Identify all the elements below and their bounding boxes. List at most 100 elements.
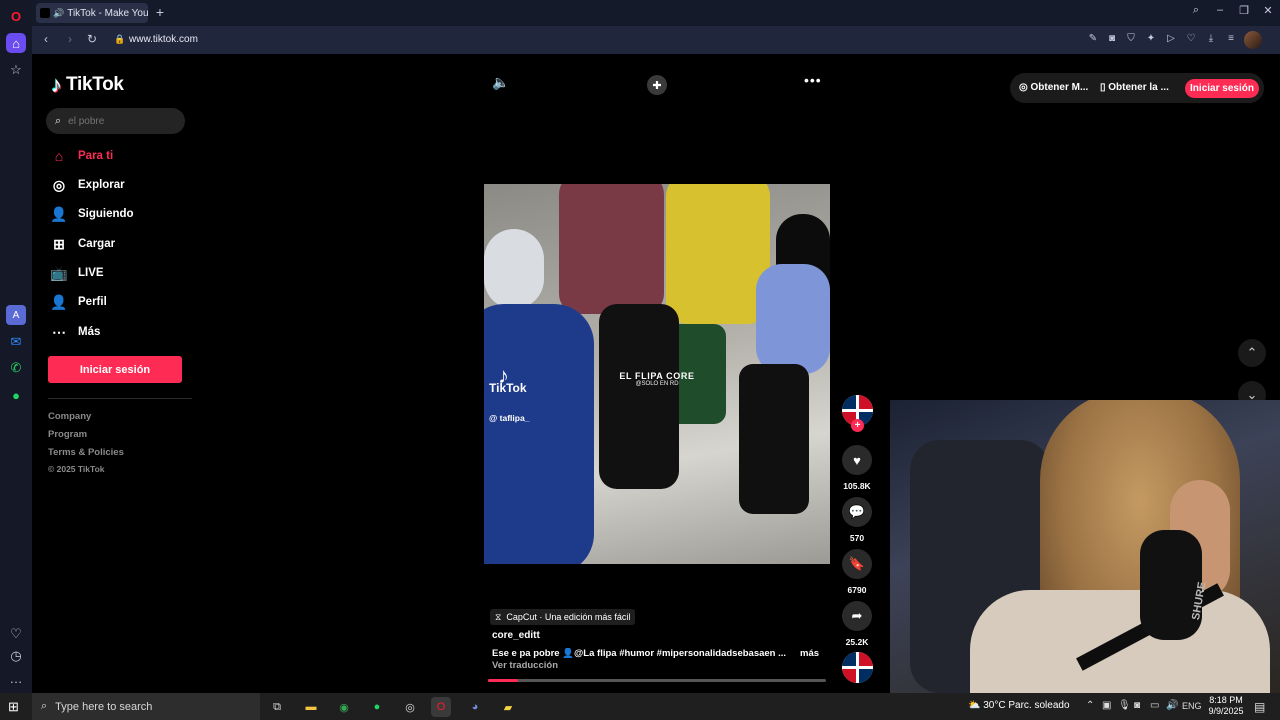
comment-button[interactable]: 💬 [842, 497, 872, 527]
login-button[interactable]: Iniciar sesión [48, 356, 182, 383]
tab-tiktok[interactable]: 🔊 TikTok - Make Your Day [36, 3, 148, 23]
get-app-link[interactable]: ▯ Obtener la ... [1100, 82, 1169, 93]
volume-icon[interactable]: 🔊 [1166, 700, 1178, 711]
home-icon[interactable]: ⌂ [6, 33, 26, 53]
upload-icon: ⊞ [53, 235, 65, 252]
save-button[interactable]: 🔖 [842, 549, 872, 579]
share-button[interactable]: ➦ [842, 601, 872, 631]
follow-button[interactable]: + [851, 419, 864, 432]
microphone-icon[interactable]: 🎙 [1118, 700, 1131, 711]
opera-icon[interactable]: O [431, 697, 451, 717]
menu-icon[interactable]: ≡ [1224, 33, 1238, 47]
video-figure [756, 264, 830, 374]
obs-icon[interactable]: ◎ [400, 697, 420, 717]
progress-track[interactable] [488, 679, 826, 682]
play-icon[interactable]: ▷ [1164, 33, 1178, 47]
tray-app-icon[interactable]: ▣ [1102, 700, 1111, 711]
more-icon[interactable]: … [6, 668, 26, 688]
forward-button[interactable]: › [62, 32, 78, 48]
capcut-chip[interactable]: ⧖ CapCut · Una edición más fácil [490, 609, 636, 625]
more-link[interactable]: más [800, 648, 819, 659]
like-button[interactable]: ♥ [842, 445, 872, 475]
more-options-icon[interactable]: ••• [804, 72, 822, 88]
translate-link[interactable]: Ver traducción [492, 660, 558, 671]
get-coins-link[interactable]: ◎ Obtener M... [1019, 82, 1088, 93]
shield-icon[interactable]: ⛉ [1124, 33, 1138, 47]
download-icon[interactable]: ⤓ [1204, 33, 1218, 47]
previous-video-button[interactable]: ⌃ [1238, 339, 1266, 367]
search-icon[interactable]: ⌕ [55, 115, 61, 128]
start-icon[interactable]: ⊞ [8, 699, 19, 715]
footer-terms[interactable]: Terms & Policies [48, 447, 124, 458]
weather-widget[interactable]: ⛅ 30°C Parc. soleado [968, 700, 1070, 711]
discord-icon[interactable]: ◕ [465, 697, 485, 717]
history-icon[interactable]: ◷ [6, 646, 26, 666]
nav-label: Explorar [78, 179, 125, 191]
video-watermark: ♪ TikTok [489, 365, 527, 395]
comment-icon: 💬 [848, 504, 866, 519]
restore-button[interactable]: ❐ [1234, 4, 1254, 22]
sound-avatar[interactable] [842, 652, 873, 683]
search-tabs-icon[interactable]: ⌕ [1186, 4, 1206, 22]
messenger-icon[interactable]: ✉ [6, 332, 26, 352]
lock-icon[interactable]: 🔒 [114, 34, 125, 45]
edit-icon[interactable]: ✎ [1086, 33, 1100, 47]
clock[interactable]: 8:18 PM 9/9/2025 [1200, 695, 1252, 717]
whatsapp-icon[interactable]: ✆ [6, 358, 26, 378]
nav-item-siguiendo[interactable]: 👤 Siguiendo [50, 203, 134, 225]
tiktok-favicon-icon [40, 8, 50, 18]
extensions-icon[interactable]: ✦ [1144, 33, 1158, 47]
nav-item-perfil[interactable]: 👤 Perfil [50, 291, 107, 313]
close-button[interactable]: ✕ [1258, 4, 1278, 22]
spotify-icon[interactable]: ● [367, 697, 387, 717]
footer-company[interactable]: Company [48, 411, 91, 422]
spotify-icon[interactable]: ● [6, 385, 26, 405]
speaker-icon[interactable]: 🔊 [53, 8, 64, 19]
capcut-icon: ⧖ [495, 611, 502, 622]
nav-item-para-ti[interactable]: ⌂ Para ti [50, 145, 113, 167]
nav-item-live[interactable]: 📺 LIVE [50, 262, 103, 284]
favorites-icon[interactable]: ♡ [1184, 33, 1198, 47]
notifications-icon[interactable]: ▤ [1254, 700, 1265, 714]
webcam-microphone [1140, 530, 1202, 640]
nav-item-explorar[interactable]: ◎ Explorar [50, 174, 125, 196]
login-top-button[interactable]: Iniciar sesión [1185, 79, 1259, 98]
volume-icon[interactable]: 🔈 [492, 74, 509, 91]
new-tab-button[interactable]: + [152, 4, 168, 20]
clock-time: 8:18 PM [1209, 695, 1243, 705]
profile-avatar[interactable] [1244, 31, 1262, 49]
like-count: 105.8K [843, 481, 871, 491]
file-explorer-icon[interactable]: ▬ [301, 697, 321, 717]
back-button[interactable]: ‹ [38, 32, 54, 48]
video-figure [484, 304, 594, 564]
camera-icon[interactable]: ◙ [1105, 33, 1119, 47]
capcut-label: CapCut · Una edición más fácil [506, 612, 631, 622]
search-box[interactable]: ⌕ [46, 108, 185, 134]
tiktok-note-icon: ♪ [51, 72, 62, 97]
minimize-button[interactable]: – [1210, 4, 1230, 22]
aria-icon[interactable]: A [6, 305, 26, 325]
nav-item-mas[interactable]: ⋯ Más [50, 321, 100, 343]
nav-item-cargar[interactable]: ⊞ Cargar [50, 233, 115, 255]
chrome-icon[interactable]: ◉ [334, 697, 354, 717]
network-icon[interactable]: ▭ [1150, 700, 1159, 711]
taskbar-search[interactable]: ⌕ Type here to search [32, 693, 260, 720]
effects-icon[interactable]: ✚ [647, 75, 667, 95]
author-name[interactable]: core_editt [492, 630, 540, 641]
search-input[interactable] [68, 115, 169, 127]
footer-program[interactable]: Program [48, 429, 87, 440]
tiktok-logo[interactable]: ♪ TikTok [51, 72, 124, 98]
opera-logo-icon[interactable]: O [6, 6, 26, 26]
star-icon[interactable]: ☆ [6, 60, 26, 80]
camera-icon[interactable]: ◙ [1134, 700, 1140, 711]
video-player[interactable]: ♪ TikTok @ taflipa_ EL FLIPA CORE @SOLO … [484, 184, 830, 564]
reload-button[interactable]: ↻ [84, 32, 100, 48]
task-view-icon[interactable]: ⧉ [267, 697, 287, 717]
heart-icon[interactable]: ♡ [6, 624, 26, 644]
language-indicator[interactable]: ENG [1182, 701, 1202, 711]
sticky-notes-icon[interactable]: ▰ [498, 697, 518, 717]
url-field[interactable]: www.tiktok.com [129, 34, 198, 45]
tray-expand-icon[interactable]: ⌃ [1086, 700, 1094, 711]
nav-label: Perfil [78, 296, 107, 308]
nav-label: Siguiendo [78, 208, 134, 220]
